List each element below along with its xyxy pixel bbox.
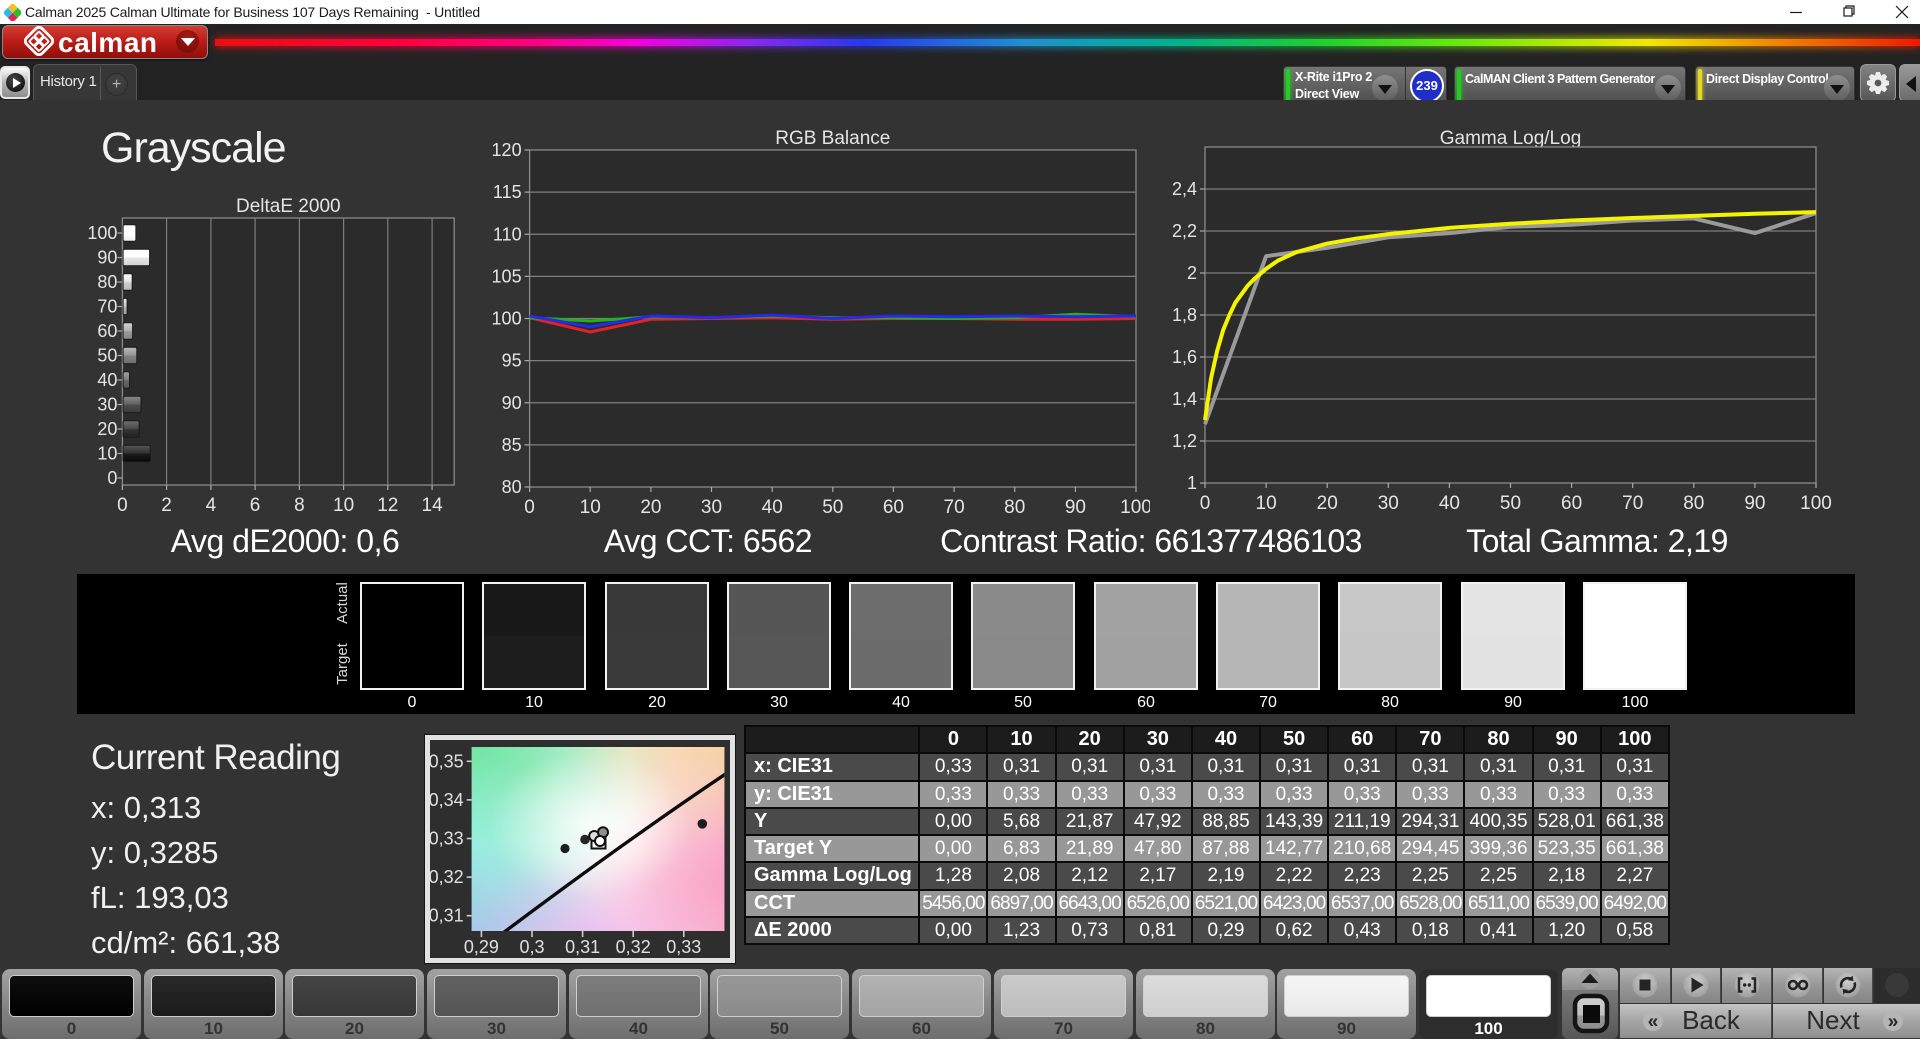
svg-text:10: 10 bbox=[1256, 493, 1277, 514]
svg-text:DeltaE 2000: DeltaE 2000 bbox=[236, 196, 341, 217]
svg-text:80: 80 bbox=[502, 477, 522, 497]
svg-text:0: 0 bbox=[117, 495, 128, 516]
svg-text:20: 20 bbox=[97, 419, 117, 439]
svg-text:12: 12 bbox=[377, 495, 398, 516]
svg-text:1,2: 1,2 bbox=[1172, 431, 1197, 451]
svg-text:1,8: 1,8 bbox=[1172, 305, 1197, 325]
svg-text:»: » bbox=[1888, 1012, 1899, 1033]
svg-text:Gamma Log/Log: Gamma Log/Log bbox=[1440, 128, 1582, 149]
svg-text:70: 70 bbox=[97, 297, 117, 317]
svg-text:60: 60 bbox=[883, 497, 904, 518]
svg-text:105: 105 bbox=[492, 266, 522, 286]
svg-text:100: 100 bbox=[1800, 493, 1832, 514]
svg-text:20: 20 bbox=[1317, 493, 1338, 514]
svg-text:50: 50 bbox=[822, 497, 843, 518]
svg-text:Target: Target bbox=[334, 642, 351, 685]
svg-text:0: 0 bbox=[1200, 493, 1211, 514]
svg-text:0,33: 0,33 bbox=[666, 937, 701, 957]
svg-text:0,3: 0,3 bbox=[519, 937, 544, 957]
svg-text:0,32: 0,32 bbox=[616, 937, 651, 957]
svg-text:100: 100 bbox=[87, 223, 117, 243]
svg-text:Actual: Actual bbox=[334, 582, 351, 624]
svg-text:2: 2 bbox=[161, 495, 172, 516]
svg-text:0,31: 0,31 bbox=[565, 937, 600, 957]
svg-text:2,2: 2,2 bbox=[1172, 221, 1197, 241]
svg-text:4: 4 bbox=[206, 495, 217, 516]
svg-text:0: 0 bbox=[107, 468, 117, 488]
svg-text:1: 1 bbox=[1187, 473, 1197, 493]
svg-text:50: 50 bbox=[1500, 493, 1521, 514]
svg-text:2: 2 bbox=[1187, 263, 1197, 283]
svg-text:14: 14 bbox=[422, 495, 444, 516]
svg-text:70: 70 bbox=[944, 497, 965, 518]
svg-text:120: 120 bbox=[492, 140, 522, 160]
svg-text:80: 80 bbox=[1004, 497, 1025, 518]
svg-text:30: 30 bbox=[701, 497, 722, 518]
svg-text:50: 50 bbox=[97, 346, 117, 366]
svg-text:40: 40 bbox=[762, 497, 783, 518]
svg-text:90: 90 bbox=[502, 393, 522, 413]
svg-text:100: 100 bbox=[1120, 497, 1150, 518]
svg-text:115: 115 bbox=[493, 182, 522, 202]
svg-text:90: 90 bbox=[97, 248, 117, 268]
svg-text:70: 70 bbox=[1622, 493, 1643, 514]
svg-text:100: 100 bbox=[492, 309, 522, 329]
svg-text:30: 30 bbox=[97, 395, 117, 415]
svg-text:30: 30 bbox=[1378, 493, 1399, 514]
svg-text:«: « bbox=[1648, 1012, 1659, 1033]
svg-text:110: 110 bbox=[493, 224, 522, 244]
svg-text:0: 0 bbox=[524, 497, 535, 518]
svg-text:0,29: 0,29 bbox=[464, 937, 499, 957]
svg-text:0,34: 0,34 bbox=[429, 790, 464, 810]
svg-text:0,33: 0,33 bbox=[429, 829, 464, 849]
svg-text:60: 60 bbox=[97, 321, 117, 341]
svg-text:85: 85 bbox=[502, 435, 522, 455]
svg-text:8: 8 bbox=[294, 495, 305, 516]
svg-text:20: 20 bbox=[640, 497, 661, 518]
svg-text:90: 90 bbox=[1065, 497, 1086, 518]
svg-text:2,4: 2,4 bbox=[1172, 179, 1197, 199]
svg-text:1,4: 1,4 bbox=[1172, 389, 1197, 409]
svg-text:80: 80 bbox=[97, 272, 117, 292]
svg-text:40: 40 bbox=[97, 370, 117, 390]
svg-text:Next: Next bbox=[1806, 1005, 1860, 1035]
svg-text:0,35: 0,35 bbox=[429, 751, 464, 771]
svg-text:10: 10 bbox=[333, 495, 354, 516]
svg-text:10: 10 bbox=[580, 497, 601, 518]
svg-text:90: 90 bbox=[1744, 493, 1765, 514]
svg-text:40: 40 bbox=[1439, 493, 1460, 514]
svg-text:RGB Balance: RGB Balance bbox=[775, 128, 890, 149]
svg-text:Back: Back bbox=[1682, 1005, 1741, 1035]
svg-text:0,31: 0,31 bbox=[429, 906, 464, 926]
svg-text:6: 6 bbox=[250, 495, 261, 516]
svg-text:95: 95 bbox=[502, 351, 522, 371]
svg-text:60: 60 bbox=[1561, 493, 1582, 514]
svg-text:80: 80 bbox=[1683, 493, 1704, 514]
svg-text:10: 10 bbox=[97, 444, 117, 464]
svg-text:0,32: 0,32 bbox=[429, 867, 464, 887]
svg-text:1,6: 1,6 bbox=[1172, 347, 1197, 367]
